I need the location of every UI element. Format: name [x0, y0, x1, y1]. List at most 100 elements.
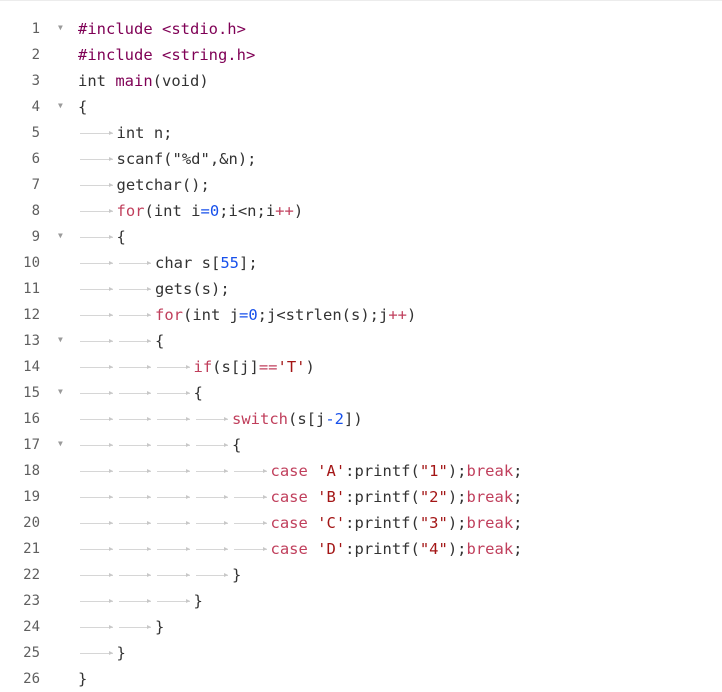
code-token: break	[466, 462, 514, 480]
fold-arrow-icon[interactable]: ▼	[58, 16, 68, 40]
tab-arrow-icon	[80, 209, 113, 213]
code-token: ==	[258, 358, 278, 376]
code-line[interactable]: 3 int main(void)	[0, 68, 722, 94]
code-line[interactable]: 12 for(int j=0;j<strlen(s);j++)	[0, 302, 722, 328]
code-token: );	[447, 540, 467, 558]
code-token: (void)	[152, 72, 209, 90]
code-token: (s[j	[288, 410, 326, 428]
code-token: }	[232, 566, 242, 584]
code-token: char s[	[155, 254, 221, 272]
tab-arrow-icon	[234, 469, 267, 473]
tab-arrow-icon	[80, 339, 113, 343]
code-text: for(int i=0;i<n;i++)	[117, 198, 304, 224]
tab-arrow-icon	[195, 443, 228, 447]
code-text: {	[232, 432, 241, 458]
code-line[interactable]: 10 char s[55];	[0, 250, 722, 276]
fold-arrow-icon[interactable]: ▼	[58, 224, 68, 248]
code-line[interactable]: 9 ▼ {	[0, 224, 722, 250]
code-text: switch(s[j-2])	[232, 406, 363, 432]
code-line[interactable]: 14 if(s[j]=='T')	[0, 354, 722, 380]
code-token: ;j<strlen(s);j	[257, 306, 389, 324]
code-line[interactable]: 7 getchar();	[0, 172, 722, 198]
code-token: :printf(	[345, 540, 420, 558]
code-line[interactable]: 16 switch(s[j-2])	[0, 406, 722, 432]
code-line[interactable]: 1 ▼ #include <stdio.h>	[0, 16, 722, 42]
line-number: 10	[23, 255, 40, 271]
code-line[interactable]: 21 case 'D':printf("4");break;	[0, 536, 722, 562]
code-text: }	[78, 666, 87, 692]
code-text: char s[55];	[155, 250, 258, 276]
line-number: 11	[23, 281, 40, 297]
tab-arrow-icon	[118, 417, 151, 421]
code-line[interactable]: 8 for(int i=0;i<n;i++)	[0, 198, 722, 224]
code-token: 55	[220, 254, 239, 272]
tab-arrow-icon	[80, 599, 113, 603]
line-number: 9	[31, 229, 40, 245]
code-line[interactable]: 15 ▼ {	[0, 380, 722, 406]
code-line[interactable]: 17 ▼ {	[0, 432, 722, 458]
code-token: ;	[513, 514, 523, 532]
line-number: 19	[23, 489, 40, 505]
tab-arrow-icon	[80, 651, 113, 655]
code-text: {	[117, 224, 126, 250]
code-token: switch	[232, 410, 288, 428]
tab-arrow-icon	[195, 417, 228, 421]
tab-arrow-icon	[195, 573, 228, 577]
code-token: break	[466, 514, 514, 532]
code-token: "1"	[419, 462, 448, 480]
code-line[interactable]: 25}	[0, 640, 722, 666]
code-token: "4"	[419, 540, 448, 558]
code-token: 'T'	[277, 358, 306, 376]
tab-arrow-icon	[157, 573, 190, 577]
code-token: ;	[513, 462, 523, 480]
code-token: "3"	[419, 514, 448, 532]
tab-arrow-icon	[80, 183, 113, 187]
code-token: )	[407, 306, 417, 324]
code-line[interactable]: 26}	[0, 666, 722, 692]
code-line[interactable]: 22}	[0, 562, 722, 588]
code-token: 'D'	[317, 540, 346, 558]
code-text: gets(s);	[155, 276, 230, 302]
fold-arrow-icon[interactable]: ▼	[58, 432, 68, 456]
code-text: case 'D':printf("4");break;	[271, 536, 523, 562]
tab-arrow-icon	[234, 547, 267, 551]
fold-arrow-icon[interactable]: ▼	[58, 328, 68, 352]
code-token: getchar();	[116, 176, 210, 194]
code-line[interactable]: 20 case 'C':printf("3");break;	[0, 510, 722, 536]
code-line[interactable]: 6 scanf("%d",&n);	[0, 146, 722, 172]
code-token: for	[116, 202, 145, 220]
code-token: case	[270, 488, 318, 506]
code-token: 'A'	[317, 462, 346, 480]
code-text: case 'B':printf("2");break;	[271, 484, 523, 510]
fold-arrow-icon[interactable]: ▼	[58, 94, 68, 118]
tab-arrow-icon	[157, 365, 190, 369]
code-line[interactable]: 4 ▼ {	[0, 94, 722, 120]
tab-arrow-icon	[118, 521, 151, 525]
code-editor[interactable]: 1 ▼ #include <stdio.h> 2 #include <string.h>…	[0, 0, 722, 688]
line-number: 2	[31, 47, 40, 63]
line-number: 6	[31, 151, 40, 167]
line-number: 4	[31, 99, 40, 115]
code-line[interactable]: 13 ▼ {	[0, 328, 722, 354]
code-line[interactable]: 5 int n;	[0, 120, 722, 146]
code-token: ++	[388, 306, 407, 324]
line-number: 23	[23, 593, 40, 609]
tab-arrow-icon	[157, 599, 190, 603]
code-line[interactable]: 23}	[0, 588, 722, 614]
tab-arrow-icon	[80, 313, 113, 317]
fold-arrow-icon[interactable]: ▼	[58, 380, 68, 404]
code-token: (int i	[144, 202, 201, 220]
line-number: 5	[31, 125, 40, 141]
code-line[interactable]: 19 case 'B':printf("2");break;	[0, 484, 722, 510]
code-text: }	[194, 588, 203, 614]
line-number: 3	[31, 73, 40, 89]
code-token: int n;	[116, 124, 173, 142]
tab-arrow-icon	[80, 443, 113, 447]
code-line[interactable]: 11 gets(s);	[0, 276, 722, 302]
code-token: for	[155, 306, 183, 324]
code-token: ])	[344, 410, 363, 428]
tab-arrow-icon	[234, 521, 267, 525]
code-line[interactable]: 24}	[0, 614, 722, 640]
code-line[interactable]: 2 #include <string.h>	[0, 42, 722, 68]
code-line[interactable]: 18 case 'A':printf("1");break;	[0, 458, 722, 484]
